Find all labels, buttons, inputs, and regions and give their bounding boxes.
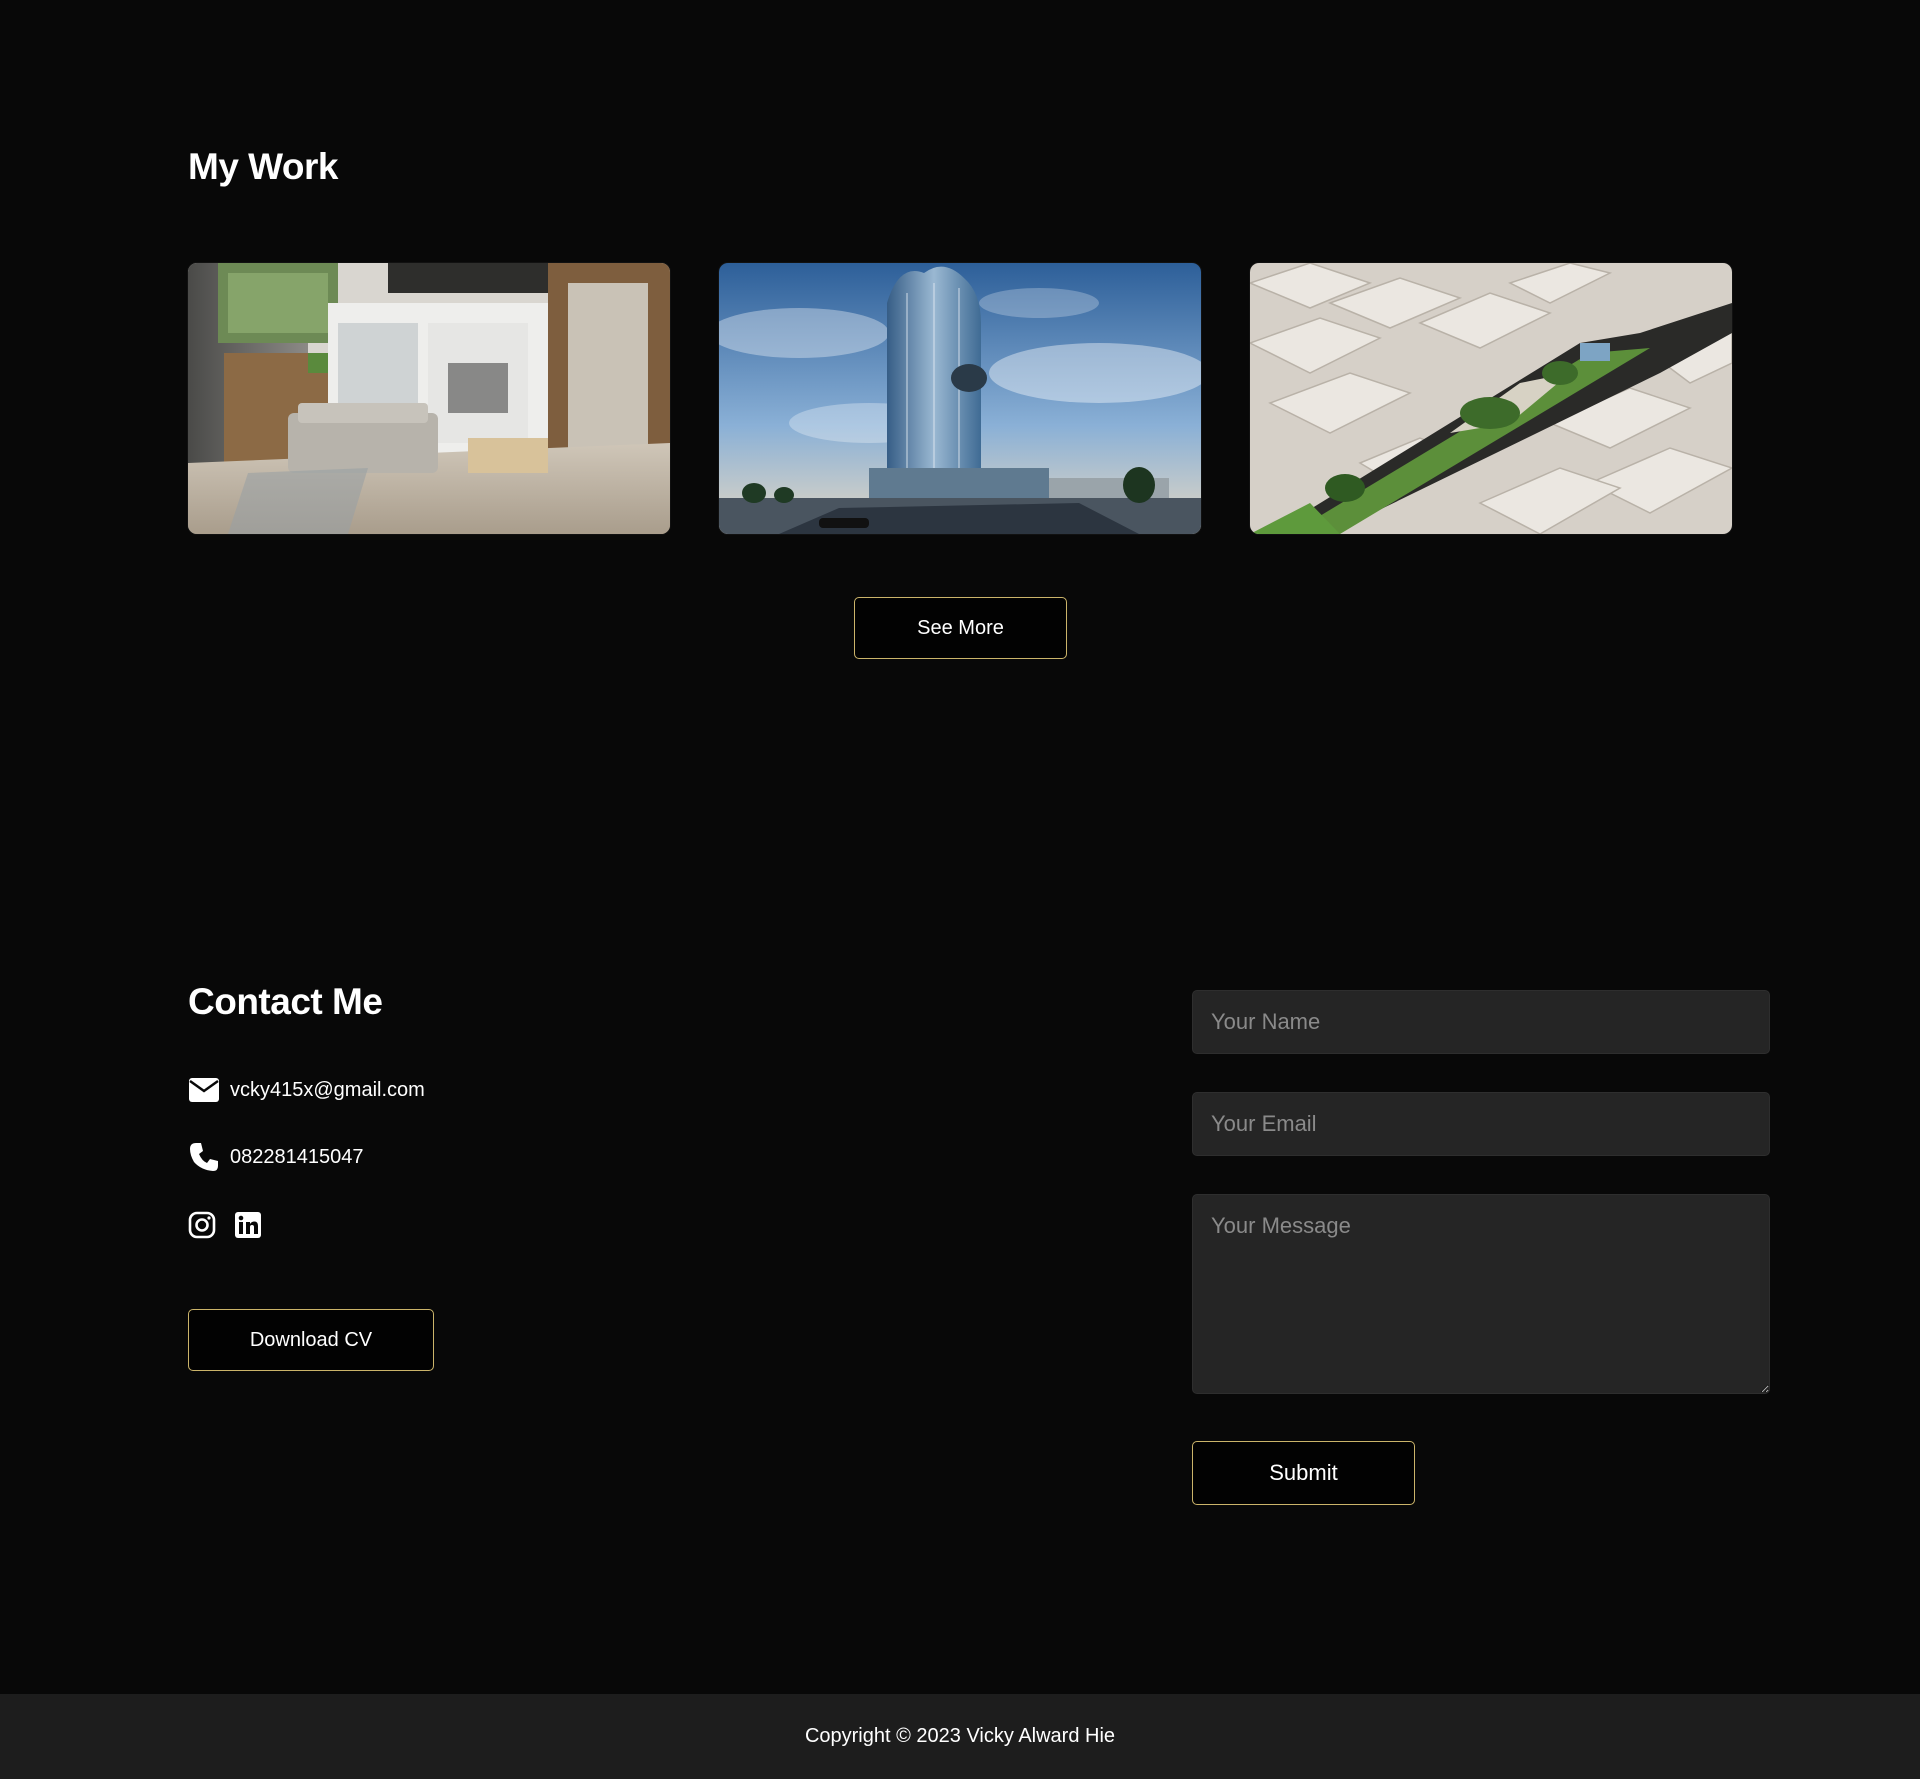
name-input[interactable] [1192,990,1770,1054]
contact-email[interactable]: vcky415x@gmail.com [188,1074,425,1106]
social-links [188,1210,262,1240]
aerial-render-image [1250,263,1732,534]
message-textarea[interactable] [1192,1194,1770,1394]
contact-me-title: Contact Me [188,981,383,1022]
phone-icon [188,1141,220,1173]
interior-render-image [188,263,670,534]
download-cv-button[interactable]: Download CV [188,1309,434,1371]
submit-button[interactable]: Submit [1192,1441,1415,1505]
envelope-icon [188,1074,220,1106]
work-card-aerial[interactable] [1250,263,1732,534]
contact-phone[interactable]: 082281415047 [188,1141,363,1173]
linkedin-icon[interactable] [234,1210,262,1240]
contact-phone-text: 082281415047 [230,1145,364,1168]
footer: Copyright © 2023 Vicky Alward Hie [0,1694,1920,1779]
tower-render-image [719,263,1201,534]
see-more-button[interactable]: See More [854,597,1067,659]
my-work-title: My Work [188,146,339,187]
instagram-icon[interactable] [188,1210,216,1240]
copyright-text: Copyright © 2023 Vicky Alward Hie [804,1725,1116,1747]
work-card-tower[interactable] [719,263,1201,534]
work-card-interior[interactable] [188,263,670,534]
work-gallery [188,263,1732,535]
email-input[interactable] [1192,1092,1770,1156]
contact-email-text: vcky415x@gmail.com [230,1078,425,1101]
